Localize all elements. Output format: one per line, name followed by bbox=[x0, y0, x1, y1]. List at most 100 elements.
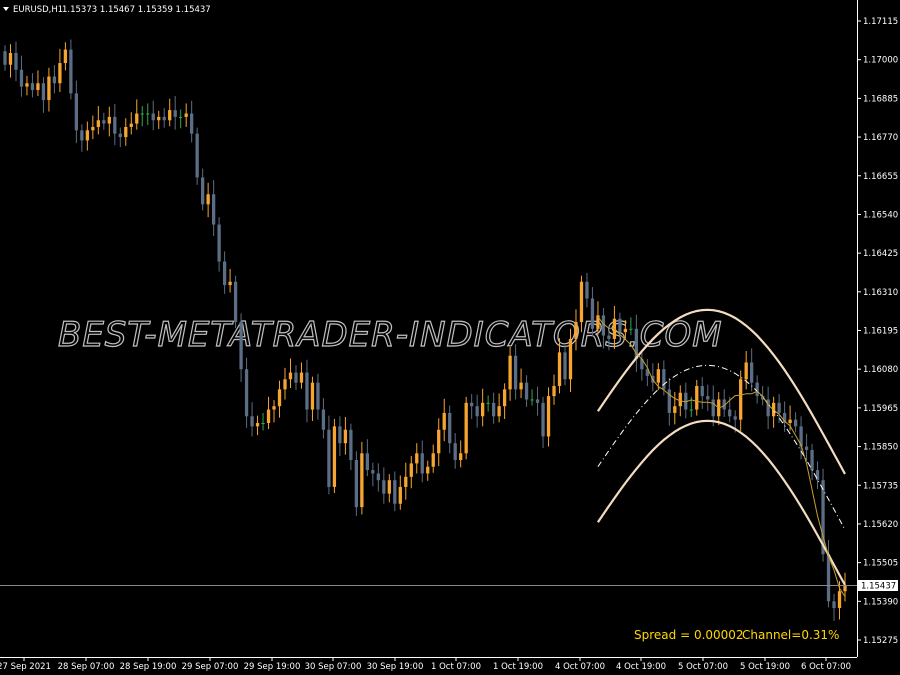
time-tick-label: 6 Oct 07:00 bbox=[801, 662, 851, 672]
candle-body bbox=[832, 601, 836, 609]
candle-body bbox=[667, 389, 671, 413]
candle-body bbox=[354, 460, 359, 508]
candle-body bbox=[470, 402, 474, 407]
candle-body bbox=[162, 116, 166, 121]
candle-body bbox=[464, 402, 468, 454]
candle-body bbox=[739, 379, 743, 420]
time-tick-label: 1 Oct 07:00 bbox=[431, 662, 481, 672]
time-tick-label: 28 Sep 19:00 bbox=[120, 662, 177, 672]
candle-body bbox=[36, 83, 40, 90]
candle-body bbox=[777, 402, 781, 413]
candle-body bbox=[179, 116, 183, 118]
candle-body bbox=[502, 389, 507, 407]
candle-body bbox=[118, 133, 122, 138]
time-tick-label: 30 Sep 07:00 bbox=[305, 662, 362, 672]
time-tick-label: 29 Sep 07:00 bbox=[182, 662, 239, 672]
candle-body bbox=[700, 386, 704, 397]
candle-body bbox=[261, 423, 265, 425]
candle-body bbox=[519, 382, 523, 390]
time-tick-label: 28 Sep 07:00 bbox=[58, 662, 115, 672]
price-tick-label: 1.16540 bbox=[863, 210, 898, 220]
candle-body bbox=[124, 126, 128, 138]
price-tick-label: 1.16080 bbox=[863, 365, 898, 375]
candle-body bbox=[744, 362, 748, 380]
candle-body bbox=[426, 466, 430, 474]
candle-body bbox=[398, 486, 402, 504]
candle-body bbox=[233, 281, 238, 323]
candle-body bbox=[305, 372, 309, 410]
candle-body bbox=[415, 453, 419, 464]
candle-body bbox=[618, 318, 622, 333]
price-tick-label: 1.15735 bbox=[863, 481, 898, 491]
candle-body bbox=[91, 126, 95, 131]
candle-body bbox=[283, 379, 287, 390]
candle-body bbox=[810, 449, 814, 471]
candle-body bbox=[19, 69, 24, 87]
candle-body bbox=[85, 130, 89, 141]
current-price-tag: 1.15437 bbox=[858, 580, 898, 592]
candle-body bbox=[294, 372, 298, 383]
candle-body bbox=[804, 446, 809, 450]
candle-body bbox=[546, 396, 551, 437]
ohlc-label: 1.15373 1.15467 1.15359 1.15437 bbox=[62, 5, 211, 15]
candle-body bbox=[629, 328, 633, 330]
candle-body bbox=[442, 412, 446, 430]
candle-body bbox=[382, 480, 386, 494]
candle-body bbox=[107, 116, 111, 124]
candle-body bbox=[656, 369, 660, 383]
candle-body bbox=[535, 399, 540, 403]
candle-body bbox=[475, 406, 479, 417]
candle-body bbox=[228, 281, 232, 286]
price-tick-label: 1.16195 bbox=[863, 327, 898, 337]
candle-body bbox=[448, 412, 452, 444]
price-tick-label: 1.17000 bbox=[863, 56, 898, 66]
candle-body bbox=[338, 426, 342, 444]
price-chart[interactable]: BEST-METATRADER-INDICATORS.COM 1.17115 1.… bbox=[0, 0, 900, 675]
candle-body bbox=[387, 480, 391, 494]
candle-body bbox=[524, 382, 529, 400]
candle-body bbox=[277, 389, 282, 407]
candle-body bbox=[244, 369, 249, 417]
candle-body bbox=[404, 476, 408, 487]
candle-body bbox=[206, 194, 210, 205]
current-price-label: 1.15437 bbox=[861, 582, 896, 592]
candle-body bbox=[733, 416, 737, 420]
candle-body bbox=[689, 409, 693, 411]
candle-body bbox=[393, 480, 397, 504]
candle-body bbox=[80, 130, 84, 141]
candle-body bbox=[793, 419, 798, 427]
candle-body bbox=[491, 402, 496, 417]
candle-body bbox=[113, 116, 117, 134]
price-tick-label: 1.15965 bbox=[863, 404, 898, 414]
candle-body bbox=[272, 406, 276, 410]
candle-body bbox=[299, 372, 304, 383]
symbol-label: EURUSD,H1 bbox=[13, 5, 63, 15]
candle-body bbox=[607, 335, 611, 339]
time-tick-label: 29 Sep 19:00 bbox=[244, 662, 301, 672]
candle-body bbox=[585, 281, 589, 299]
candle-body bbox=[437, 429, 441, 454]
price-tick-label: 1.16885 bbox=[863, 94, 898, 104]
candle-body bbox=[41, 83, 46, 101]
candle-body bbox=[420, 453, 424, 474]
candle-body bbox=[678, 392, 682, 407]
channel-label: Channel=0.31% bbox=[742, 628, 839, 642]
candle-body bbox=[706, 396, 710, 400]
candle-body bbox=[579, 281, 584, 323]
candle-body bbox=[129, 123, 133, 127]
candle-body bbox=[574, 322, 578, 339]
time-tick-label: 5 Oct 07:00 bbox=[678, 662, 728, 672]
candle-body bbox=[750, 362, 754, 383]
candle-body bbox=[201, 177, 205, 205]
candle-body bbox=[409, 463, 413, 477]
price-tick-label: 1.16655 bbox=[863, 172, 898, 182]
candle-body bbox=[266, 409, 271, 424]
candle-body bbox=[552, 386, 556, 397]
candle-body bbox=[695, 386, 699, 410]
candle-body bbox=[173, 110, 177, 117]
candle-body bbox=[815, 470, 820, 481]
candle-body bbox=[332, 426, 337, 487]
chart-header: EURUSD,H1 1.15373 1.15467 1.15359 1.1543… bbox=[3, 5, 211, 15]
time-tick-label: 4 Oct 07:00 bbox=[555, 662, 605, 672]
candle-body bbox=[25, 83, 29, 87]
